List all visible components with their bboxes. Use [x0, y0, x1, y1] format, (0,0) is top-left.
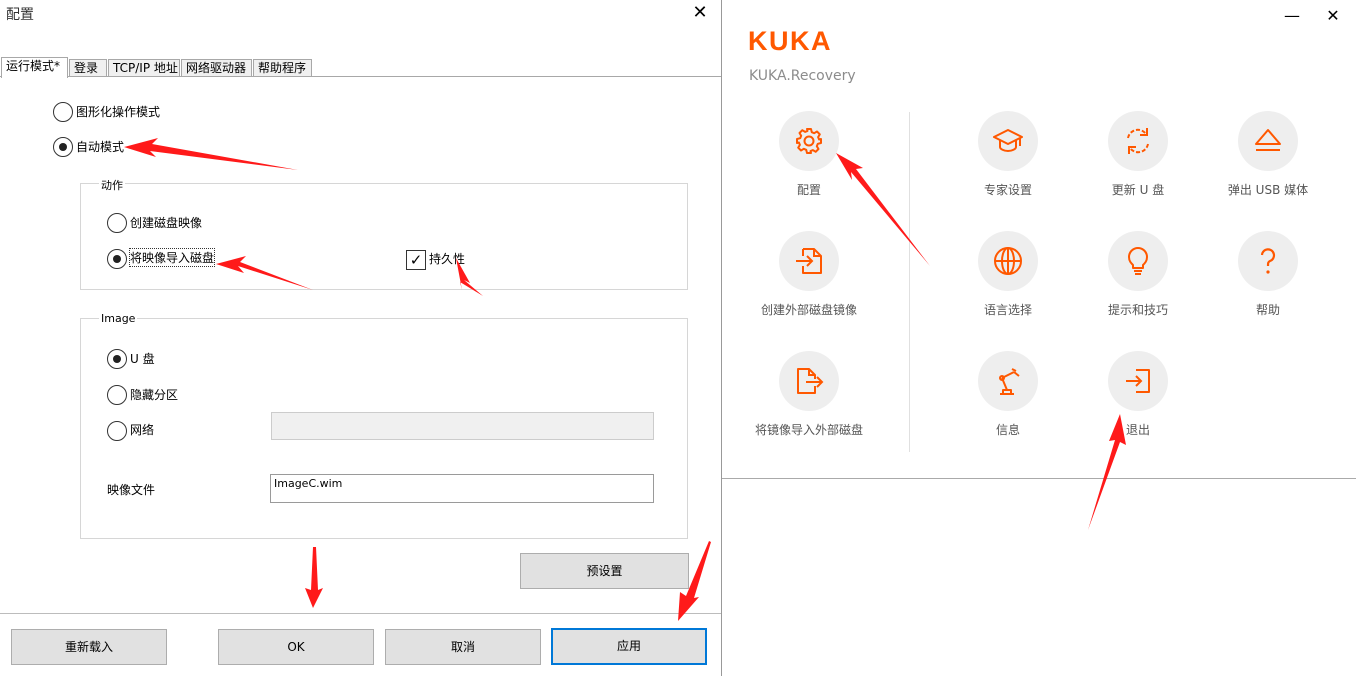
globe-icon	[994, 247, 1022, 275]
tile-update-usb-circle	[1108, 111, 1168, 171]
gear-icon	[796, 128, 822, 154]
svg-text:KUKA: KUKA	[748, 28, 832, 54]
radio-create-image[interactable]	[107, 213, 127, 233]
tile-expert-settings[interactable]: 专家设置	[933, 111, 1083, 198]
radio-graphical-mode[interactable]	[53, 102, 73, 122]
dialog-title: 配置	[6, 7, 34, 23]
close-icon[interactable]: ✕	[690, 3, 710, 23]
tile-create-external-image-label: 创建外部磁盘镜像	[760, 303, 857, 317]
action-group-title: 动作	[99, 177, 125, 193]
robot-arm-icon	[999, 368, 1020, 395]
tile-config-circle	[779, 111, 839, 171]
tile-tips-circle	[1108, 231, 1168, 291]
action-group	[80, 183, 688, 290]
radio-network[interactable]	[107, 421, 127, 441]
image-group-title: Image	[99, 312, 138, 325]
tile-import-external-image-label: 将镜像导入外部磁盘	[754, 423, 863, 437]
radio-create-image-label: 创建磁盘映像	[130, 216, 203, 230]
exit-icon	[1126, 369, 1150, 393]
reload-button[interactable]: 重新载入	[11, 629, 167, 665]
radio-usb-stick[interactable]	[107, 349, 127, 369]
lightbulb-icon	[1128, 247, 1148, 275]
app-subtitle: KUKA.Recovery	[749, 68, 856, 84]
question-icon	[1260, 248, 1276, 274]
radio-graphical-mode-label: 图形化操作模式	[76, 105, 161, 119]
tab-tcpip[interactable]: TCP/IP 地址	[108, 59, 180, 77]
tile-help-label: 帮助	[1255, 303, 1280, 317]
tile-create-external-image[interactable]: 创建外部磁盘镜像	[734, 231, 884, 318]
radio-auto-mode[interactable]	[53, 137, 73, 157]
tab-login[interactable]: 登录	[69, 59, 107, 77]
tile-exit[interactable]: 退出	[1063, 351, 1213, 438]
tile-tips[interactable]: 提示和技巧	[1063, 231, 1213, 318]
cancel-button[interactable]: 取消	[385, 629, 541, 665]
tile-help[interactable]: 帮助	[1193, 231, 1343, 318]
tile-config-label: 配置	[796, 183, 821, 197]
graduation-cap-icon	[993, 129, 1023, 153]
import-document-icon	[796, 248, 822, 274]
tile-exit-circle	[1108, 351, 1168, 411]
tab-divider	[0, 76, 721, 77]
ok-button[interactable]: OK	[218, 629, 374, 665]
radio-import-image-label: 将映像导入磁盘	[128, 248, 216, 267]
image-file-label: 映像文件	[107, 483, 156, 497]
tile-eject-usb-circle	[1238, 111, 1298, 171]
close-icon[interactable]: ✕	[1321, 6, 1345, 26]
horizontal-divider	[722, 478, 1356, 479]
tile-info-label: 信息	[995, 423, 1020, 437]
radio-import-image[interactable]	[107, 249, 127, 269]
persistence-label: 持久性	[429, 252, 466, 266]
tile-eject-usb[interactable]: 弹出 USB 媒体	[1193, 111, 1343, 198]
recovery-window: — ✕ KUKA KUKA.Recovery 配置 创建外部磁盘镜像 将镜像导入…	[721, 0, 1356, 676]
tile-language[interactable]: 语言选择	[933, 231, 1083, 318]
tile-update-usb[interactable]: 更新 U 盘	[1063, 111, 1213, 198]
preset-button[interactable]: 预设置	[520, 553, 689, 589]
kuka-logo: KUKA	[748, 28, 832, 54]
tile-exit-label: 退出	[1125, 423, 1150, 437]
tile-update-usb-label: 更新 U 盘	[1111, 183, 1165, 197]
apply-button[interactable]: 应用	[551, 628, 707, 665]
radio-usb-stick-label: U 盘	[130, 352, 155, 366]
tile-expert-settings-label: 专家设置	[983, 183, 1032, 197]
tile-language-circle	[978, 231, 1038, 291]
tab-helper[interactable]: 帮助程序	[253, 59, 312, 77]
tab-run-mode[interactable]: 运行模式*	[1, 57, 68, 78]
vertical-divider	[909, 112, 910, 452]
refresh-icon	[1127, 128, 1149, 154]
export-document-icon	[797, 368, 824, 394]
radio-hidden-partition-label: 隐藏分区	[130, 388, 179, 402]
footer-separator	[0, 613, 721, 614]
radio-auto-mode-label: 自动模式	[76, 140, 125, 154]
tile-eject-usb-label: 弹出 USB 媒体	[1227, 183, 1309, 197]
radio-hidden-partition[interactable]	[107, 385, 127, 405]
tile-config[interactable]: 配置	[734, 111, 884, 198]
tile-info-circle	[978, 351, 1038, 411]
tab-network-drive[interactable]: 网络驱动器	[181, 59, 252, 77]
eject-icon	[1255, 129, 1281, 151]
persistence-checkbox[interactable]: ✓	[406, 250, 426, 270]
tile-info[interactable]: 信息	[933, 351, 1083, 438]
tile-import-external-image-circle	[779, 351, 839, 411]
tile-create-external-image-circle	[779, 231, 839, 291]
network-path-field[interactable]	[271, 412, 654, 440]
image-file-field[interactable]: ImageC.wim	[270, 474, 654, 503]
minimize-icon[interactable]: —	[1280, 6, 1304, 26]
tile-expert-settings-circle	[978, 111, 1038, 171]
tile-language-label: 语言选择	[983, 303, 1032, 317]
tile-import-external-image[interactable]: 将镜像导入外部磁盘	[734, 351, 884, 438]
tile-tips-label: 提示和技巧	[1107, 303, 1168, 317]
radio-network-label: 网络	[130, 423, 155, 437]
tile-help-circle	[1238, 231, 1298, 291]
config-dialog: 配置 ✕ 运行模式* 登录 TCP/IP 地址 网络驱动器 帮助程序 图形化操作…	[0, 0, 721, 676]
